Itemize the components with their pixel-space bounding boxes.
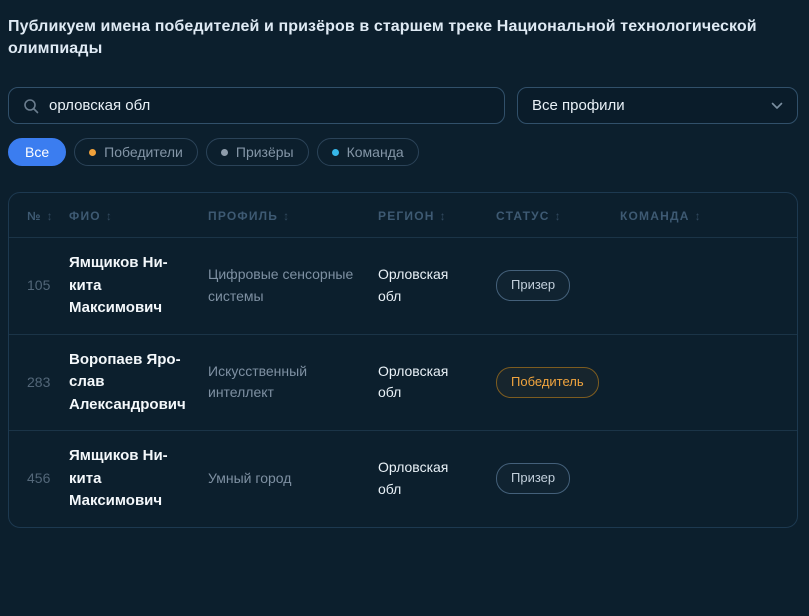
- cell-team: [620, 334, 797, 431]
- sort-icon: ↕: [440, 209, 447, 223]
- sort-icon: ↕: [283, 209, 290, 223]
- chip-winners[interactable]: Победители: [74, 138, 198, 166]
- page-title: Публикуем имена победителей и призёров в…: [8, 16, 773, 60]
- chevron-down-icon: [771, 102, 783, 110]
- chip-team-label: Команда: [347, 144, 404, 160]
- cell-status: Призер: [496, 431, 620, 527]
- sort-icon: ↕: [555, 209, 562, 223]
- cell-name: Ямщиков Ни­кита Максимович: [69, 238, 208, 335]
- chip-prize-label: Призёры: [236, 144, 294, 160]
- cell-number: 283: [9, 334, 69, 431]
- prize-dot-icon: [221, 149, 228, 156]
- profile-select[interactable]: Все профили: [517, 87, 798, 124]
- cell-name: Воропаев Яро­слав Александро­вич: [69, 334, 208, 431]
- sort-icon: ↕: [47, 209, 54, 223]
- results-table-card: №↕ ФИО↕ ПРОФИЛЬ↕ РЕГИОН↕ СТАТУС↕ КОМАНДА…: [8, 192, 798, 528]
- column-header-team[interactable]: КОМАНДА↕: [620, 193, 797, 238]
- sort-icon: ↕: [106, 209, 113, 223]
- status-badge: Призер: [496, 270, 570, 301]
- cell-team: [620, 431, 797, 527]
- status-badge: Призер: [496, 463, 570, 494]
- table-row: 456 Ямщиков Ни­кита Максимович Умный гор…: [9, 431, 797, 527]
- cell-name: Ямщиков Ни­кита Максимович: [69, 431, 208, 527]
- column-header-num[interactable]: №↕: [9, 193, 69, 238]
- chip-prize[interactable]: Призёры: [206, 138, 309, 166]
- search-input[interactable]: [49, 97, 490, 114]
- cell-region: Орловская обл: [378, 431, 496, 527]
- winner-dot-icon: [89, 149, 96, 156]
- cell-status: Победитель: [496, 334, 620, 431]
- column-header-status[interactable]: СТАТУС↕: [496, 193, 620, 238]
- search-icon: [23, 98, 39, 114]
- filters-bar: Все профили: [8, 87, 798, 124]
- table-header-row: №↕ ФИО↕ ПРОФИЛЬ↕ РЕГИОН↕ СТАТУС↕ КОМАНДА…: [9, 193, 797, 238]
- chip-all-label: Все: [25, 144, 49, 160]
- column-header-region[interactable]: РЕГИОН↕: [378, 193, 496, 238]
- column-header-profile[interactable]: ПРОФИЛЬ↕: [208, 193, 378, 238]
- search-box[interactable]: [8, 87, 505, 124]
- cell-profile: Умный город: [208, 431, 378, 527]
- status-badge: Победитель: [496, 367, 599, 398]
- status-filter-chips: Все Победители Призёры Команда: [8, 138, 798, 166]
- cell-region: Орловская обл: [378, 238, 496, 335]
- cell-status: Призер: [496, 238, 620, 335]
- team-dot-icon: [332, 149, 339, 156]
- chip-all[interactable]: Все: [8, 138, 66, 166]
- results-table: №↕ ФИО↕ ПРОФИЛЬ↕ РЕГИОН↕ СТАТУС↕ КОМАНДА…: [9, 193, 797, 527]
- cell-profile: Цифровые сенсорные системы: [208, 238, 378, 335]
- cell-profile: Искусственный интеллект: [208, 334, 378, 431]
- cell-number: 105: [9, 238, 69, 335]
- chip-winners-label: Победители: [104, 144, 183, 160]
- cell-region: Орловская обл: [378, 334, 496, 431]
- table-row: 283 Воропаев Яро­слав Александро­вич Иск…: [9, 334, 797, 431]
- table-row: 105 Ямщиков Ни­кита Максимович Цифровые …: [9, 238, 797, 335]
- profile-select-value: Все профили: [532, 97, 625, 114]
- column-header-name[interactable]: ФИО↕: [69, 193, 208, 238]
- cell-number: 456: [9, 431, 69, 527]
- sort-icon: ↕: [695, 209, 702, 223]
- chip-team[interactable]: Команда: [317, 138, 419, 166]
- cell-team: [620, 238, 797, 335]
